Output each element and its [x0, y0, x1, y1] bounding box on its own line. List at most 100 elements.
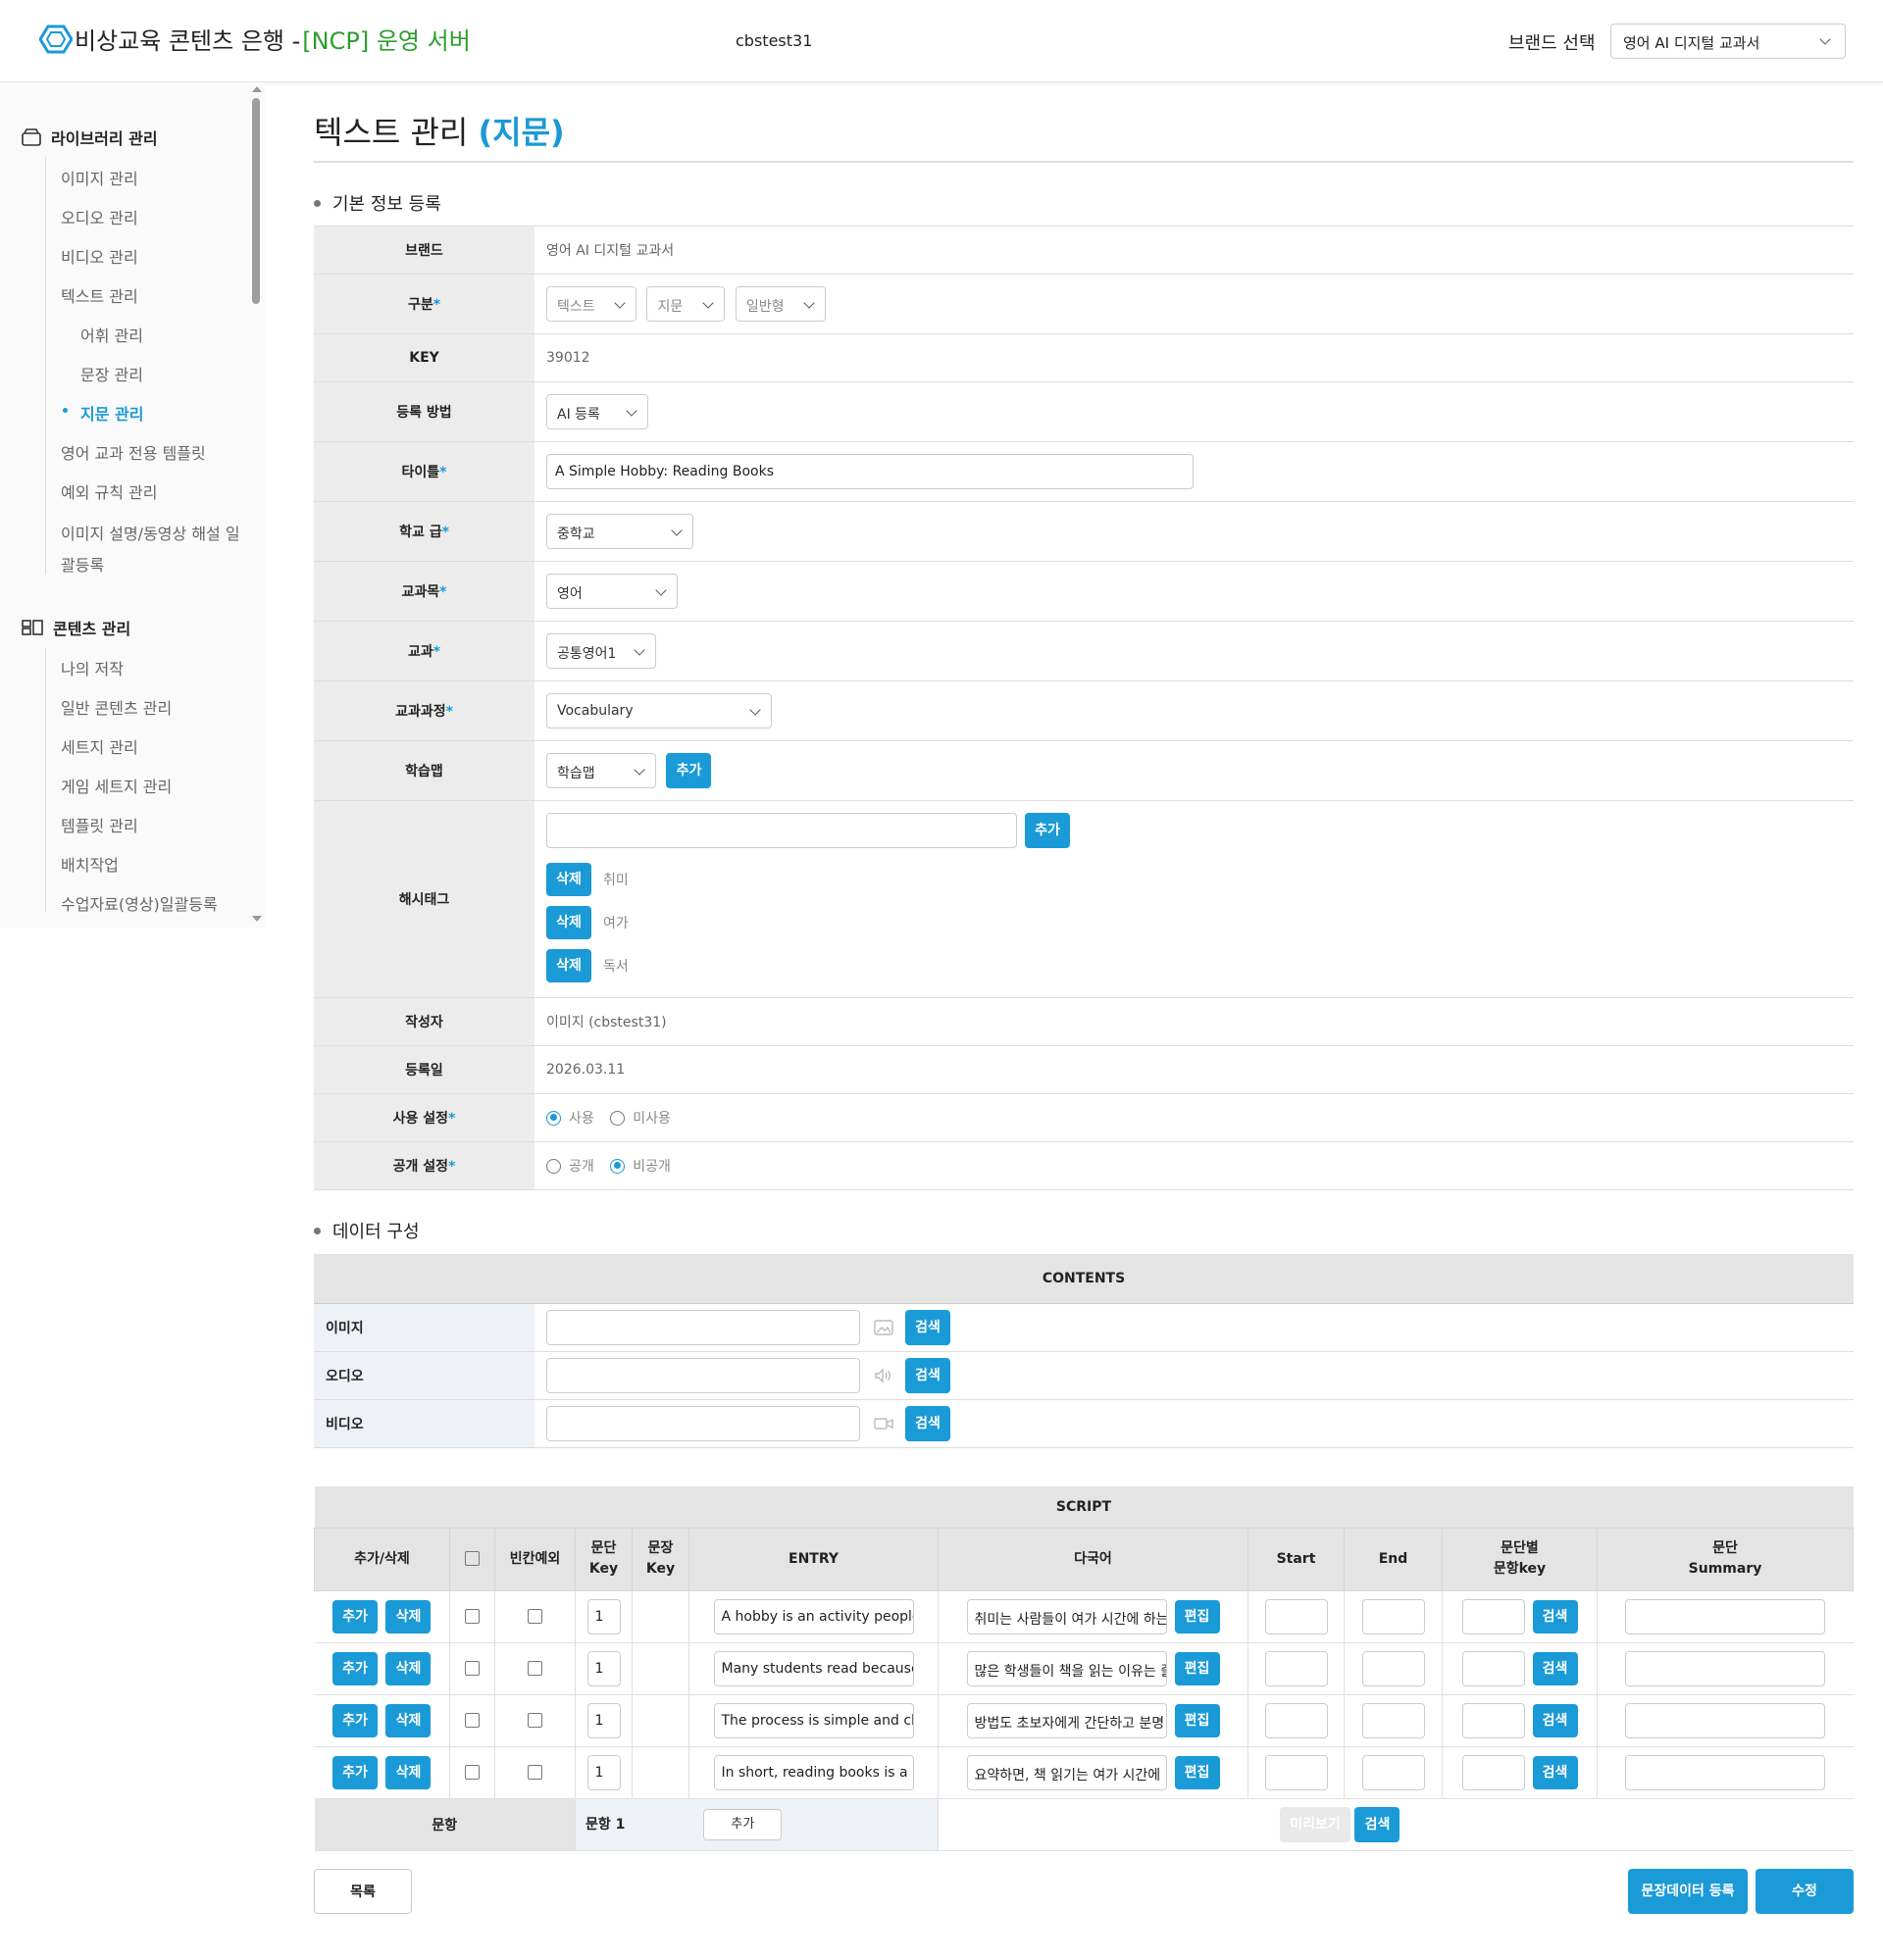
- end-input[interactable]: [1361, 1754, 1425, 1790]
- audio-search-button[interactable]: 검색: [905, 1357, 950, 1393]
- row-delete-button[interactable]: 삭제: [385, 1651, 432, 1685]
- summary-input[interactable]: [1625, 1754, 1826, 1790]
- sidebar-item-image[interactable]: 이미지 관리: [61, 166, 138, 189]
- entry-input[interactable]: The process is simple and cle: [713, 1702, 914, 1738]
- para-question-input[interactable]: [1461, 1650, 1525, 1686]
- multilang-edit-button[interactable]: 편집: [1174, 1651, 1220, 1685]
- image-search-button[interactable]: 검색: [905, 1309, 950, 1345]
- sidebar-item-text[interactable]: 텍스트 관리: [61, 283, 138, 307]
- row-checkbox[interactable]: [465, 1661, 480, 1676]
- para-question-input[interactable]: [1461, 1754, 1525, 1790]
- sidebar-group-content[interactable]: 콘텐츠 관리: [22, 616, 130, 639]
- entry-input[interactable]: In short, reading books is a hi: [713, 1754, 914, 1790]
- image-input[interactable]: [546, 1309, 860, 1345]
- sidebar-item-batch[interactable]: 배치작업: [61, 852, 119, 876]
- summary-input[interactable]: [1625, 1702, 1826, 1738]
- question-add-button[interactable]: 추가: [703, 1808, 783, 1840]
- end-input[interactable]: [1361, 1702, 1425, 1738]
- multilang-input[interactable]: 요약하면, 책 읽기는 여가 시간에: [966, 1754, 1167, 1790]
- para-key-input[interactable]: 1: [586, 1650, 621, 1686]
- end-input[interactable]: [1361, 1650, 1425, 1686]
- multilang-edit-button[interactable]: 편집: [1174, 1755, 1220, 1789]
- row-add-button[interactable]: 추가: [332, 1703, 379, 1737]
- sidebar-scrollbar[interactable]: [252, 98, 260, 304]
- sidebar-item-english-template[interactable]: 영어 교과 전용 템플릿: [61, 440, 206, 464]
- para-question-search-button[interactable]: 검색: [1532, 1703, 1578, 1737]
- course-select[interactable]: 공통영어1: [546, 633, 656, 669]
- category-select-form[interactable]: 일반형: [735, 286, 826, 322]
- school-level-select[interactable]: 중학교: [546, 514, 693, 549]
- scroll-up-arrow-icon[interactable]: [252, 86, 262, 92]
- row-checkbox[interactable]: [465, 1713, 480, 1728]
- reg-method-select[interactable]: AI 등록: [546, 394, 648, 429]
- sidebar-item-game-set-sheet[interactable]: 게임 세트지 관리: [61, 774, 172, 797]
- row-delete-button[interactable]: 삭제: [385, 1703, 432, 1737]
- sidebar-item-video[interactable]: 비디오 관리: [61, 244, 138, 268]
- audio-input[interactable]: [546, 1357, 860, 1393]
- summary-input[interactable]: [1625, 1598, 1826, 1634]
- multilang-input[interactable]: 방법도 초보자에게 간단하고 분명: [966, 1702, 1167, 1738]
- row-delete-button[interactable]: 삭제: [385, 1755, 432, 1789]
- learning-map-select[interactable]: 학습맵: [546, 753, 656, 788]
- blank-exception-checkbox[interactable]: [528, 1713, 542, 1728]
- sidebar-item-audio[interactable]: 오디오 관리: [61, 205, 138, 228]
- multilang-input[interactable]: 취미는 사람들이 여가 시간에 하는: [966, 1598, 1167, 1634]
- sentence-data-register-button[interactable]: 문장데이터 등록: [1628, 1869, 1748, 1914]
- row-add-button[interactable]: 추가: [332, 1599, 379, 1633]
- curriculum-select[interactable]: Vocabulary: [546, 693, 772, 729]
- category-select-sub[interactable]: 지문: [646, 286, 726, 322]
- preview-button[interactable]: 미리보기: [1280, 1806, 1350, 1842]
- entry-input[interactable]: A hobby is an activity people: [713, 1598, 914, 1634]
- video-search-button[interactable]: 검색: [905, 1405, 950, 1441]
- start-input[interactable]: [1264, 1650, 1328, 1686]
- category-select-type[interactable]: 텍스트: [546, 286, 636, 322]
- summary-input[interactable]: [1625, 1650, 1826, 1686]
- title-input[interactable]: A Simple Hobby: Reading Books: [546, 454, 1194, 489]
- para-question-input[interactable]: [1461, 1702, 1525, 1738]
- para-question-search-button[interactable]: 검색: [1532, 1599, 1578, 1633]
- blank-exception-checkbox[interactable]: [528, 1661, 542, 1676]
- scroll-down-arrow-icon[interactable]: [252, 916, 262, 922]
- sidebar-item-passage[interactable]: 지문 관리: [80, 401, 143, 425]
- start-input[interactable]: [1264, 1754, 1328, 1790]
- brand-select[interactable]: 영어 AI 디지털 교과서: [1610, 24, 1846, 59]
- start-input[interactable]: [1264, 1598, 1328, 1634]
- logo[interactable]: 비상교육 콘텐츠 은행 - [NCP] 운영 서버: [39, 22, 471, 56]
- row-checkbox[interactable]: [465, 1765, 480, 1780]
- list-button[interactable]: 목록: [314, 1869, 412, 1914]
- video-input[interactable]: [546, 1405, 860, 1441]
- sidebar-item-exception-rule[interactable]: 예외 규칙 관리: [61, 479, 158, 503]
- para-question-search-button[interactable]: 검색: [1532, 1651, 1578, 1685]
- sidebar-item-set-sheet[interactable]: 세트지 관리: [61, 734, 138, 758]
- start-input[interactable]: [1264, 1702, 1328, 1738]
- multilang-edit-button[interactable]: 편집: [1174, 1599, 1220, 1633]
- sidebar-item-my-works[interactable]: 나의 저작: [61, 656, 124, 679]
- sidebar-item-lesson-video-bulk[interactable]: 수업자료(영상)일괄등록: [61, 891, 218, 915]
- para-key-input[interactable]: 1: [586, 1598, 621, 1634]
- row-add-button[interactable]: 추가: [332, 1755, 379, 1789]
- para-key-input[interactable]: 1: [586, 1702, 621, 1738]
- hashtag-input[interactable]: [546, 813, 1017, 848]
- blank-exception-checkbox[interactable]: [528, 1765, 542, 1780]
- unuse-radio[interactable]: [610, 1110, 626, 1126]
- row-delete-button[interactable]: 삭제: [385, 1599, 432, 1633]
- sidebar-item-bulk-description[interactable]: 이미지 설명/동영상 해설 일 괄등록: [61, 519, 240, 581]
- hashtag-add-button[interactable]: 추가: [1025, 813, 1070, 848]
- para-key-input[interactable]: 1: [586, 1754, 621, 1790]
- row-checkbox[interactable]: [465, 1609, 480, 1624]
- end-input[interactable]: [1361, 1598, 1425, 1634]
- para-question-search-button[interactable]: 검색: [1532, 1755, 1578, 1789]
- sidebar-item-vocabulary[interactable]: 어휘 관리: [80, 323, 143, 346]
- row-add-button[interactable]: 추가: [332, 1651, 379, 1685]
- learning-map-add-button[interactable]: 추가: [666, 753, 712, 788]
- para-question-input[interactable]: [1461, 1598, 1525, 1634]
- hashtag-delete-button[interactable]: 삭제: [546, 863, 591, 896]
- sidebar-group-library[interactable]: 라이브러리 관리: [22, 126, 158, 149]
- hashtag-delete-button[interactable]: 삭제: [546, 906, 591, 939]
- multilang-input[interactable]: 많은 학생들이 책을 읽는 이유는 즐: [966, 1650, 1167, 1686]
- entry-input[interactable]: Many students read because: [713, 1650, 914, 1686]
- sidebar-item-template[interactable]: 템플릿 관리: [61, 813, 138, 836]
- edit-button[interactable]: 수정: [1756, 1869, 1854, 1914]
- public-radio[interactable]: [546, 1158, 561, 1174]
- hashtag-delete-button[interactable]: 삭제: [546, 949, 591, 982]
